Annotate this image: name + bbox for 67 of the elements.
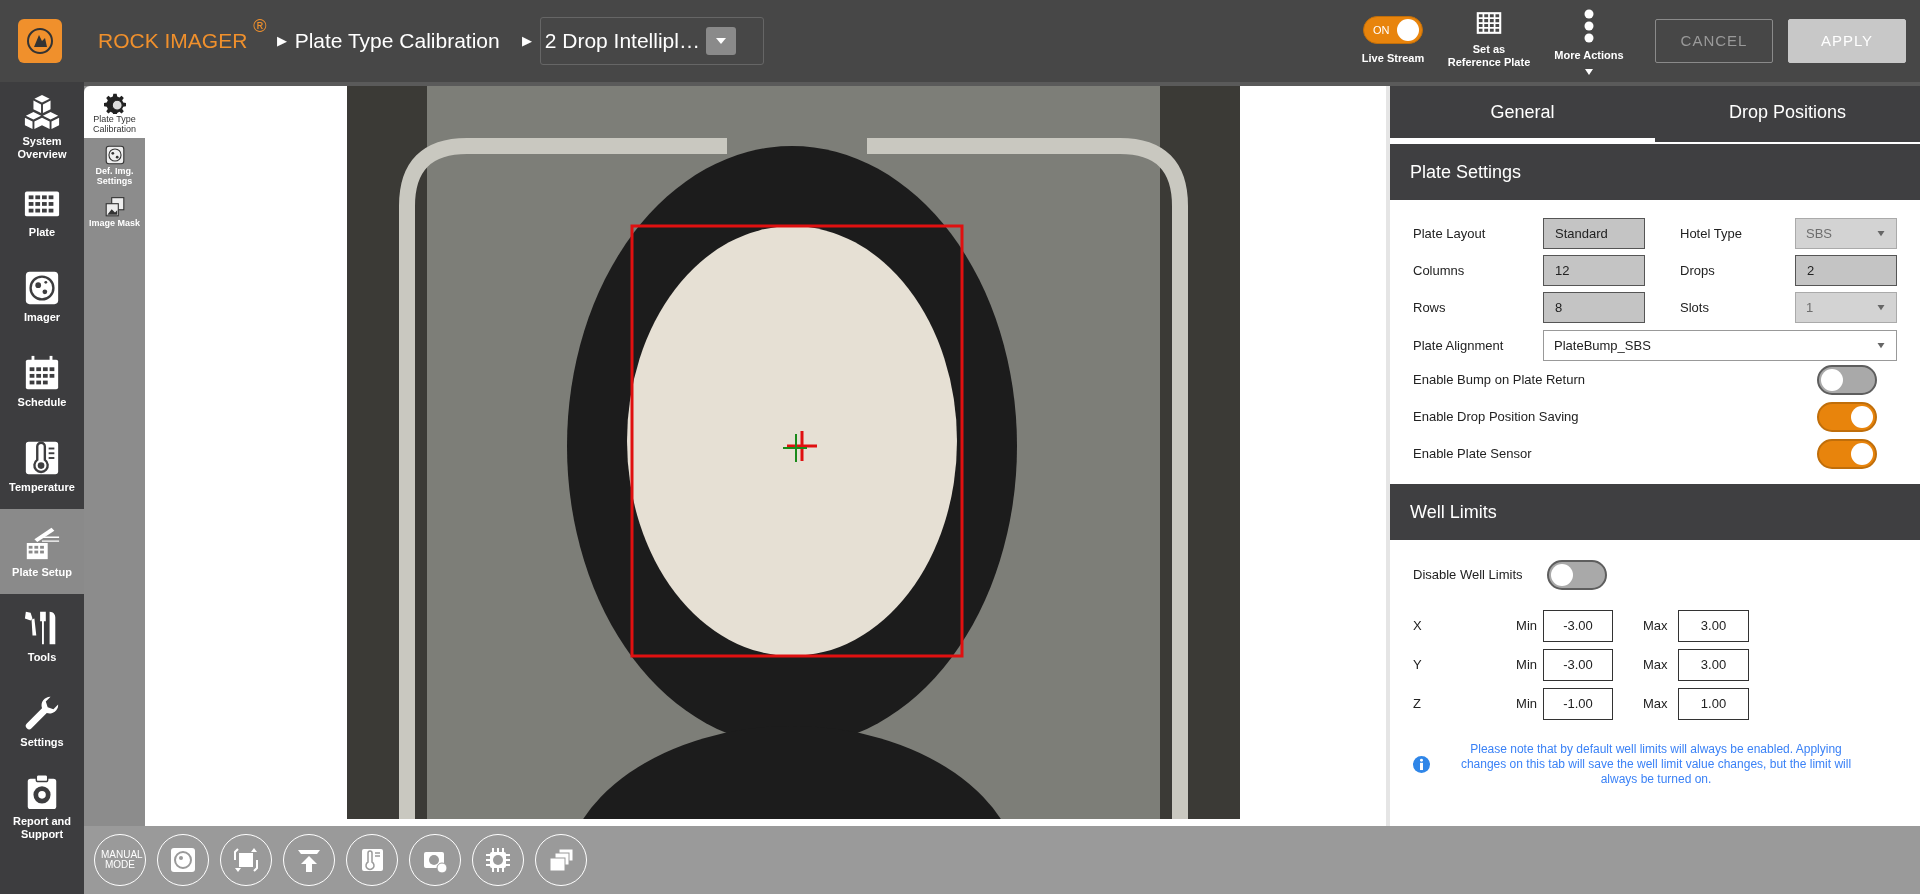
caret-icon: [1876, 304, 1886, 311]
registered-mark: ®: [253, 15, 267, 39]
wrench-icon: [23, 694, 61, 732]
toggle-label: Enable Bump on Plate Return: [1413, 370, 1585, 389]
min-label: Min: [1515, 656, 1538, 675]
max-input[interactable]: 3.00: [1678, 610, 1749, 642]
readonly-field: 8: [1543, 292, 1645, 323]
toggle-switch[interactable]: [1546, 560, 1607, 590]
reference-plate-button[interactable]: Set as Reference Plate: [1445, 3, 1533, 79]
field-label: Columns: [1413, 261, 1466, 280]
toggle-switch[interactable]: [1817, 438, 1877, 469]
min-label: Min: [1515, 617, 1538, 636]
max-label: Max: [1643, 617, 1669, 636]
app-name: ROCK IMAGER: [98, 28, 248, 55]
min-label: Min: [1515, 695, 1538, 714]
vertical-dots-icon: [1584, 9, 1594, 43]
min-input[interactable]: -3.00: [1543, 649, 1613, 681]
cubes-icon: [23, 92, 61, 131]
breadcrumb-arrow: ▶: [521, 32, 532, 51]
breadcrumb-arrow: ▶: [276, 32, 287, 51]
toggle-switch[interactable]: [1817, 401, 1877, 432]
dropdown-button[interactable]: [705, 27, 736, 55]
info-note: Please note that by default well limits will always be enabled. Applying changes on this tab will save the well limit value changes, but the limit will always be turned on.: [1459, 742, 1853, 787]
field-label: Slots: [1679, 298, 1710, 317]
min-input[interactable]: -3.00: [1543, 610, 1613, 642]
readonly-field: 2: [1795, 255, 1897, 286]
gear-icon: [103, 92, 126, 114]
field-label: Rows: [1413, 298, 1447, 317]
live-stream-label: Live Stream: [1361, 50, 1425, 66]
plate-type-select[interactable]: 2 Drop Intellipl…: [539, 17, 764, 65]
caret-icon: [1876, 342, 1886, 349]
grid-icon: [1475, 9, 1503, 37]
max-label: Max: [1643, 695, 1669, 714]
caret-icon: [1584, 67, 1594, 76]
toggle-label: Enable Plate Sensor: [1413, 444, 1532, 463]
caret-icon: [1876, 230, 1886, 237]
axis-label: Z: [1413, 695, 1422, 714]
toggle-switch[interactable]: [1817, 364, 1877, 395]
image-mask-icon: [103, 196, 126, 218]
section-header: Plate Settings: [1390, 144, 1920, 200]
field-label: Plate Alignment: [1413, 336, 1505, 355]
breadcrumb[interactable]: Plate Type Calibration: [294, 25, 500, 57]
max-input[interactable]: 3.00: [1678, 649, 1749, 681]
caret-icon: [715, 38, 726, 44]
select-field[interactable]: PlateBump_SBS: [1543, 330, 1897, 361]
more-actions-button[interactable]: More Actions: [1545, 3, 1633, 79]
info-icon: [1413, 756, 1430, 773]
min-input[interactable]: -1.00: [1543, 688, 1613, 720]
dish-icon: [23, 269, 61, 307]
app-logo: [18, 19, 62, 63]
field-label: Plate Layout: [1413, 224, 1487, 243]
sub-navigation-item[interactable]: Plate Type Calibration: [84, 86, 145, 138]
field-label: Hotel Type: [1679, 224, 1743, 243]
calendar-icon: [23, 354, 61, 392]
axis-label: Y: [1413, 656, 1423, 675]
readonly-field: Standard: [1543, 218, 1645, 249]
dish-icon: [103, 144, 126, 166]
tab[interactable]: Drop Positions: [1655, 86, 1920, 142]
thermometer-icon: [23, 439, 61, 477]
axis-label: X: [1413, 617, 1423, 636]
max-label: Max: [1643, 656, 1669, 675]
readonly-field: 12: [1543, 255, 1645, 286]
toggle-label: Enable Drop Position Saving: [1413, 407, 1579, 426]
toggle-label: Disable Well Limits: [1413, 566, 1523, 585]
section-header: Well Limits: [1390, 484, 1920, 540]
field-label: Drops: [1679, 261, 1716, 280]
max-input[interactable]: 1.00: [1678, 688, 1749, 720]
